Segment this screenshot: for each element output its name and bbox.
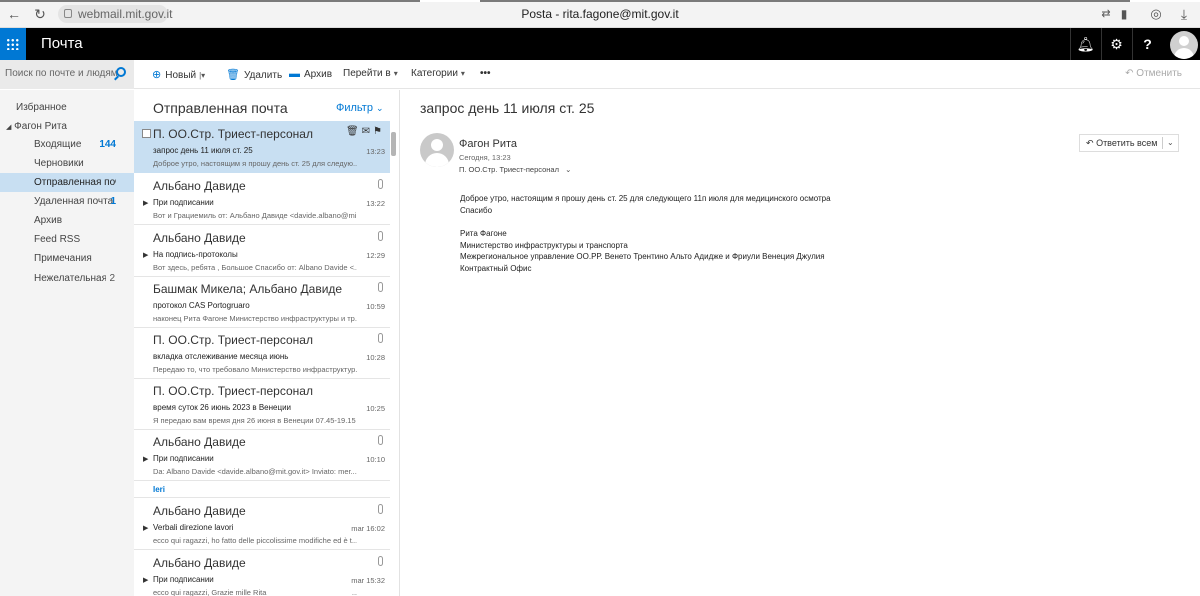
gear-icon[interactable]: ⚙	[1101, 28, 1131, 60]
folder-pane: Избранное ◢ Фагон Рита Входящие 144 Черно…	[0, 90, 134, 596]
list-item[interactable]: Башмак Микела; Альбано Давиде протокол C…	[134, 276, 390, 328]
folder-notes[interactable]: Примечания	[0, 249, 134, 268]
list-item[interactable]: Альбано Давиде ▶ На подпись-протоколы 12…	[134, 225, 390, 277]
folder-rss[interactable]: Feed RSS	[0, 230, 134, 249]
favorites-header[interactable]: Избранное	[16, 102, 67, 113]
search-icon[interactable]	[116, 67, 126, 77]
body-line: Контрактный Офис	[460, 264, 532, 273]
move-button[interactable]: Перейти в ▾	[343, 68, 398, 79]
list-item[interactable]: П. ОО.Стр. Триест-персонал вкладка отсле…	[134, 327, 390, 379]
bell-icon[interactable]: 🔔︎	[1070, 28, 1100, 60]
extension-icon[interactable]: ◎	[1148, 6, 1164, 22]
expand-arrow-icon[interactable]: ▶	[143, 576, 148, 584]
attachment-icon	[378, 282, 383, 292]
filter-button[interactable]: Фильтр ⌄	[336, 102, 384, 114]
back-icon[interactable]: ←	[6, 6, 22, 22]
tab-strip	[0, 0, 1200, 2]
folder-junk[interactable]: Нежелательная почта2	[0, 269, 134, 288]
archive-icon: ▬	[289, 68, 300, 80]
select-checkbox[interactable]	[142, 129, 151, 138]
list-item[interactable]: П. ОО.Стр. Триест-персонал 🗑︎✉⚑ запрос д…	[134, 121, 390, 173]
expand-arrow-icon[interactable]: ▶	[143, 455, 148, 463]
chevron-down-icon: ◢	[6, 124, 12, 131]
reply-all-icon: ↶	[1086, 138, 1094, 148]
reload-icon[interactable]: ↻	[32, 6, 48, 22]
attachment-icon	[378, 556, 383, 566]
scrollbar[interactable]	[391, 132, 396, 156]
lock-icon	[64, 9, 72, 18]
chevron-down-icon[interactable]: ⌄	[1167, 135, 1174, 151]
search-input[interactable]: Поиск по почте и людям	[5, 68, 118, 79]
folder-drafts[interactable]: Черновики	[0, 154, 134, 173]
attachment-icon	[378, 333, 383, 343]
browser-bar: ← ↻ webmail.mit.gov.it Posta - rita.fago…	[0, 0, 1200, 28]
attachment-icon	[378, 231, 383, 241]
avatar[interactable]	[1170, 31, 1198, 59]
chevron-down-icon[interactable]: |▾	[199, 71, 205, 80]
sender-avatar[interactable]	[420, 133, 454, 167]
more-button[interactable]: •••	[480, 68, 491, 79]
download-icon[interactable]: ⤓	[1176, 6, 1192, 22]
page-title: Posta - rita.fagone@mit.gov.it	[521, 7, 679, 21]
expand-arrow-icon[interactable]: ▶	[143, 251, 148, 259]
expand-arrow-icon[interactable]: ▶	[143, 524, 148, 532]
read-icon[interactable]: ✉	[362, 126, 373, 137]
body-line: Рита Фагоне	[460, 229, 507, 238]
expand-recipients-icon[interactable]: ⌄	[565, 165, 571, 174]
attachment-icon	[378, 179, 383, 189]
attachment-icon	[378, 504, 383, 514]
app-name[interactable]: Почта	[41, 35, 83, 52]
chevron-down-icon: ⌄	[376, 103, 384, 113]
bookmark-icon[interactable]: ▮	[1116, 6, 1132, 22]
new-button[interactable]: ⊕ Новый |▾	[152, 68, 205, 81]
body-line: Спасибо	[460, 206, 493, 215]
app-launcher-icon[interactable]	[0, 28, 26, 60]
reading-pane: запрос день 11 июля ст. 25 Фагон Рита Се…	[401, 90, 1200, 596]
folder-sent[interactable]: Отправленная почта	[0, 173, 134, 192]
list-item[interactable]: П. ОО.Стр. Триест-персонал время суток 2…	[134, 378, 390, 430]
folder-inbox[interactable]: Входящие 144	[0, 135, 134, 154]
list-item[interactable]: Альбано Давиде ▶ При подписании mar 15:3…	[134, 550, 390, 596]
delete-button[interactable]: 🗑︎ Удалить	[226, 68, 282, 81]
undo-button[interactable]: ↶ Отменить	[1125, 68, 1182, 79]
chevron-down-icon: ▾	[393, 69, 398, 78]
list-item[interactable]: Альбано Давиде ▶ При подписании 13:22 Во…	[134, 173, 390, 225]
help-icon[interactable]: ?	[1132, 28, 1162, 60]
list-item[interactable]: Альбано Давиде ▶ При подписании 10:10 Da…	[134, 429, 390, 481]
body-line: Доброе утро, настоящим я прошу день ст. …	[460, 194, 831, 203]
archive-button[interactable]: ▬ Архив	[289, 68, 332, 80]
item-actions[interactable]: 🗑︎✉⚑	[346, 126, 385, 137]
trash-icon: 🗑︎	[226, 69, 240, 81]
chevron-down-icon: ▾	[460, 69, 465, 78]
undo-icon: ↶	[1125, 68, 1134, 79]
list-item[interactable]: Альбано Давиде ▶ Verbali direzione lavor…	[134, 498, 390, 550]
message-subject: запрос день 11 июля ст. 25	[420, 100, 595, 116]
categories-button[interactable]: Категории ▾	[411, 68, 465, 79]
url-text: webmail.mit.gov.it	[78, 7, 173, 21]
search-box[interactable]: Поиск по почте и людям	[0, 60, 134, 89]
list-title: Отправленная почта	[153, 100, 288, 116]
plus-icon: ⊕	[152, 69, 162, 81]
sender-name[interactable]: Фагон Рита	[459, 138, 517, 150]
message-list: Отправленная почта Фильтр ⌄ П. ОО.Стр. Т…	[134, 90, 400, 596]
body-line: Министерство инфраструктуры и транспорта	[460, 241, 628, 250]
body-line: Межрегиональное управление ОО.РР. Венето…	[460, 252, 825, 261]
message-date: Сегодня, 13:23	[459, 153, 511, 162]
account-header[interactable]: ◢ Фагон Рита	[6, 121, 67, 132]
flag-icon[interactable]: ⚑	[373, 126, 385, 137]
translate-icon[interactable]: ⇄	[1098, 6, 1114, 22]
folder-archive[interactable]: Архив	[0, 211, 134, 230]
suite-header: Почта 🔔︎ ⚙ ?	[0, 28, 1200, 60]
group-header-yesterday[interactable]: Ieri	[153, 485, 165, 494]
command-bar: Поиск по почте и людям ⊕ Новый |▾ 🗑︎ Удалит…	[0, 60, 1200, 89]
reply-all-button[interactable]: ↶ Ответить всем ⌄	[1079, 134, 1179, 152]
expand-arrow-icon[interactable]: ▶	[143, 199, 148, 207]
recipient[interactable]: П. ОО.Стр. Триест-персонал ⌄	[459, 165, 571, 174]
attachment-icon	[378, 435, 383, 445]
address-bar[interactable]: webmail.mit.gov.it	[58, 5, 172, 23]
folder-deleted[interactable]: Удаленная почта 1	[0, 192, 134, 211]
trash-icon[interactable]: 🗑︎	[346, 126, 362, 137]
